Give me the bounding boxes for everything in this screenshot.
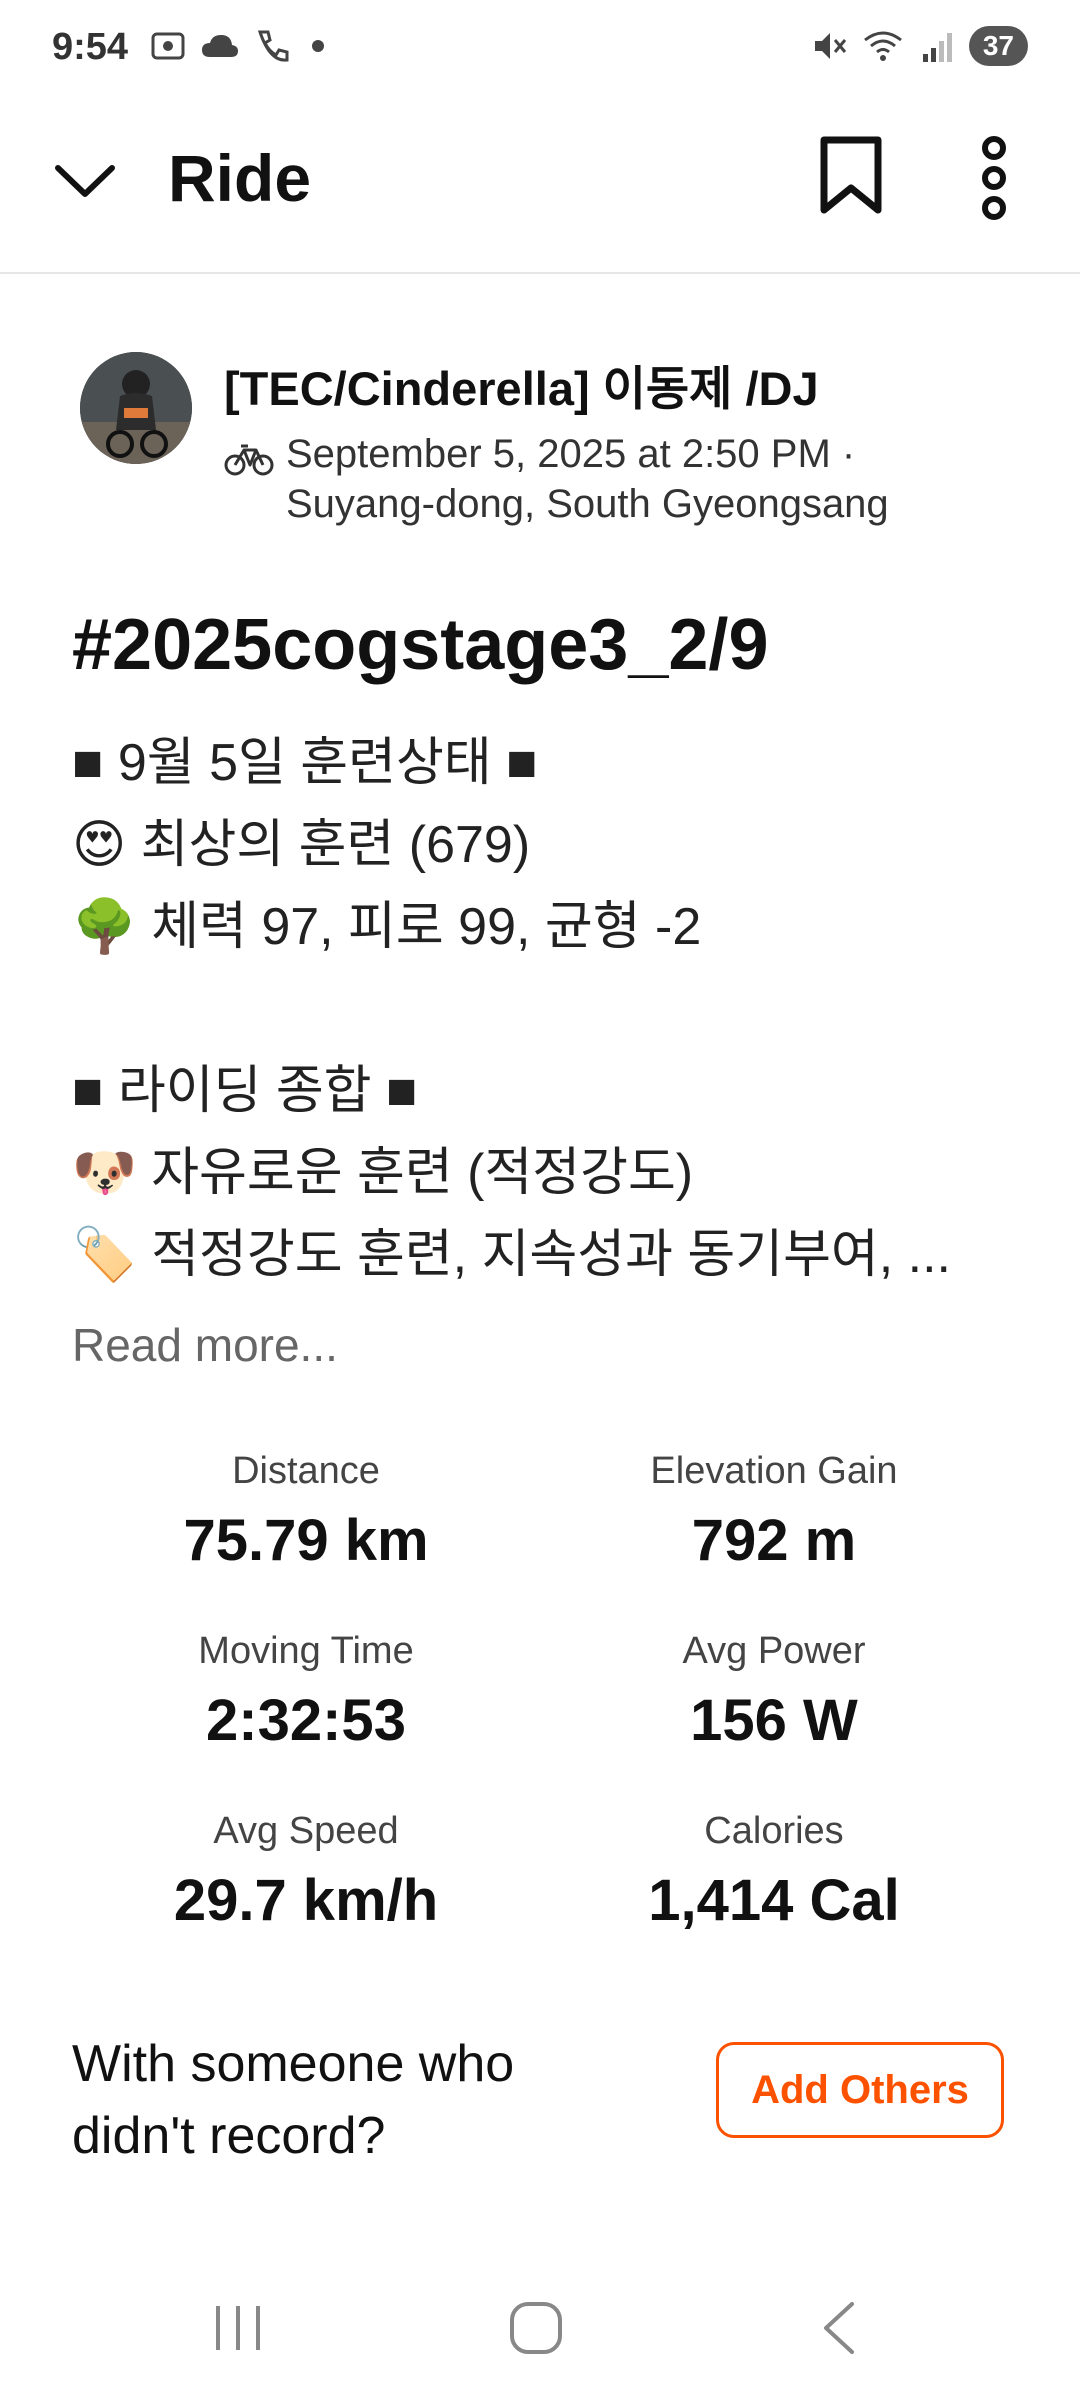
stat-calories: Calories 1,414 Cal xyxy=(544,1810,1004,1934)
system-nav-bar xyxy=(0,2280,1080,2400)
stat-value: 792 m xyxy=(691,1508,857,1573)
status-bar: 9:54 37 xyxy=(0,0,1080,100)
description-line: 🐶 자유로운 훈련 (적정강도) xyxy=(72,1144,694,1202)
stat-label: Distance xyxy=(232,1450,380,1492)
add-others-prompt: With someone who didn't record? xyxy=(72,2028,632,2172)
wifi-icon xyxy=(863,31,902,61)
activity-description: ■ 9월 5일 훈련상태 ■ 😍 최상의 훈련 (679) 🌳 체력 97, 피… xyxy=(72,722,951,1296)
more-options-icon[interactable] xyxy=(970,136,1018,220)
stat-label: Avg Speed xyxy=(213,1810,399,1852)
stat-value: 1,414 Cal xyxy=(648,1868,900,1933)
stat-avg-speed: Avg Speed 29.7 km/h xyxy=(76,1810,536,1934)
app-header: Ride xyxy=(0,100,1080,274)
bookmark-icon[interactable] xyxy=(818,136,884,216)
bike-icon xyxy=(224,444,274,476)
battery-indicator: 37 xyxy=(968,26,1028,66)
status-time: 9:54 xyxy=(52,26,129,68)
stat-label: Moving Time xyxy=(198,1630,414,1672)
activity-date: September 5, 2025 at 2:50 PM · xyxy=(286,432,856,476)
prompt-line: didn't record? xyxy=(72,2107,386,2165)
stat-avg-power: Avg Power 156 W xyxy=(544,1630,1004,1754)
home-icon[interactable] xyxy=(506,2298,566,2358)
back-icon[interactable] xyxy=(814,2298,864,2358)
stat-value: 156 W xyxy=(690,1688,858,1753)
description-line: 🏷️ 적정강도 훈련, 지속성과 동기부여, ... xyxy=(72,1226,951,1284)
activity-title: #2025cogstage3_2/9 xyxy=(72,605,769,685)
wifi-calling-icon xyxy=(257,30,289,62)
description-line: 😍 최상의 훈련 (679) xyxy=(72,816,531,874)
stat-label: Avg Power xyxy=(682,1630,866,1672)
recent-apps-icon[interactable] xyxy=(210,2300,266,2356)
stat-label: Calories xyxy=(704,1810,844,1852)
description-line: ■ 9월 5일 훈련상태 ■ xyxy=(72,734,538,792)
prompt-line: With someone who xyxy=(72,2035,515,2093)
add-others-button[interactable]: Add Others xyxy=(716,2042,1004,2138)
description-blank-line xyxy=(72,968,951,1050)
cloud-icon xyxy=(202,35,238,57)
description-line: ■ 라이딩 종합 ■ xyxy=(72,1062,418,1120)
screenshot-icon xyxy=(151,32,185,60)
chevron-down-icon[interactable] xyxy=(50,148,120,218)
avatar[interactable] xyxy=(80,352,192,464)
notification-dot-icon xyxy=(312,40,324,52)
stat-distance: Distance 75.79 km xyxy=(76,1450,536,1574)
stat-moving-time: Moving Time 2:32:53 xyxy=(76,1630,536,1754)
read-more-link[interactable]: Read more... xyxy=(72,1318,338,1372)
signal-icon xyxy=(922,33,952,62)
mute-icon xyxy=(814,33,846,59)
stat-value: 75.79 km xyxy=(183,1508,429,1573)
author-name[interactable]: [TEC/Cinderella] 이동제 /DJ xyxy=(224,350,819,419)
activity-location: Suyang-dong, South Gyeongsang xyxy=(286,482,889,526)
stat-label: Elevation Gain xyxy=(650,1450,898,1492)
description-line: 🌳 체력 97, 피로 99, 균형 -2 xyxy=(72,898,702,956)
stat-value: 2:32:53 xyxy=(206,1688,406,1753)
page-title: Ride xyxy=(168,141,312,215)
stat-value: 29.7 km/h xyxy=(173,1868,439,1933)
stat-elevation-gain: Elevation Gain 792 m xyxy=(544,1450,1004,1574)
